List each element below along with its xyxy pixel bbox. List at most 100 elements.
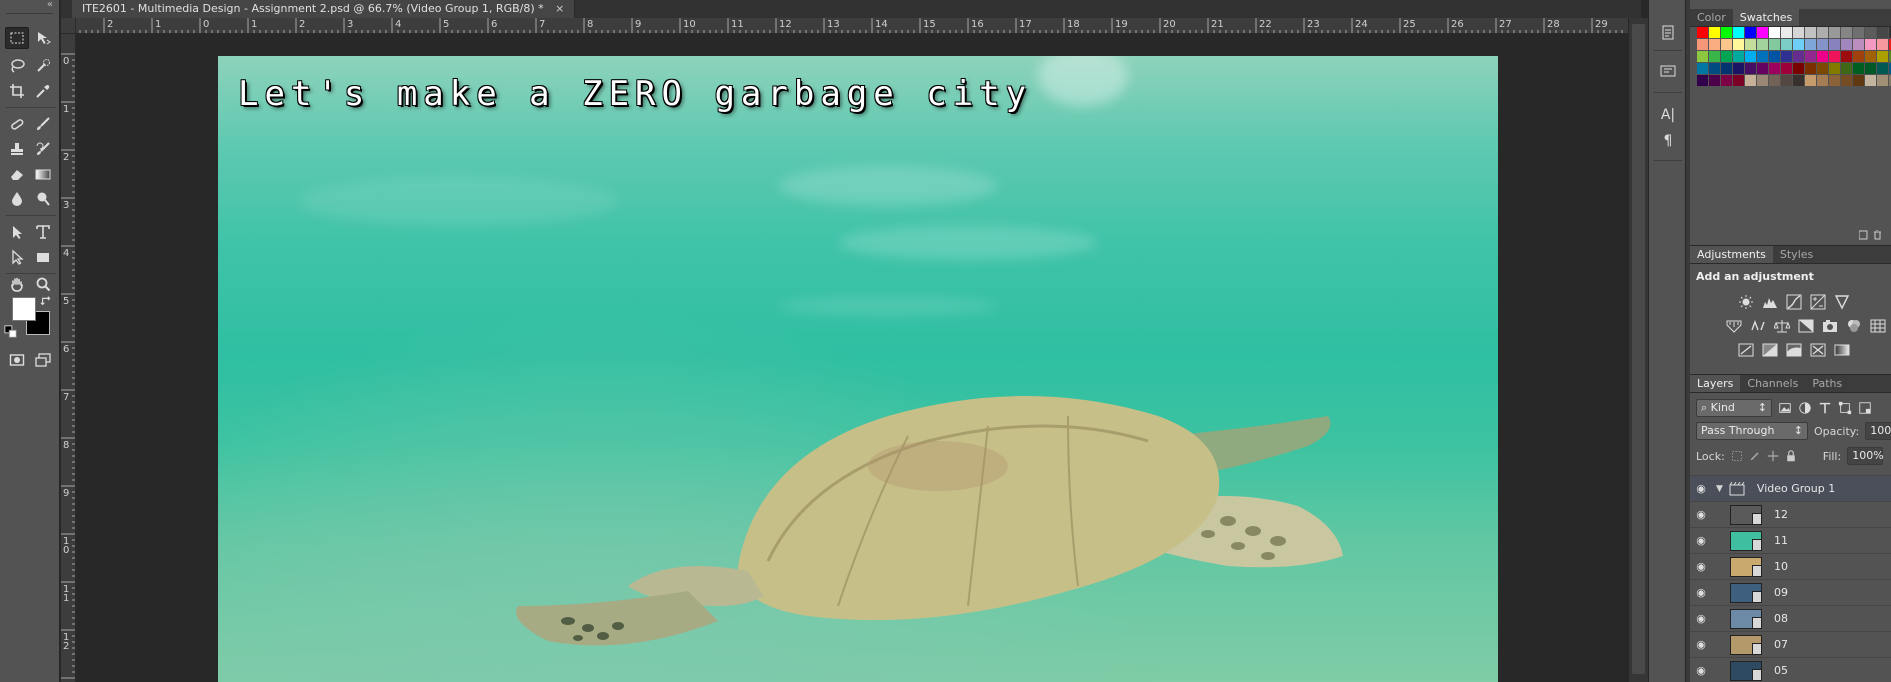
- color-swatch[interactable]: [1757, 39, 1768, 50]
- color-swatch[interactable]: [1865, 75, 1876, 86]
- vibrance-icon[interactable]: [1726, 318, 1742, 334]
- color-swatch[interactable]: [1745, 51, 1756, 62]
- color-swatch[interactable]: [1697, 27, 1708, 38]
- channel-mixer-icon[interactable]: [1846, 318, 1862, 334]
- paragraph-icon[interactable]: ¶: [1657, 130, 1679, 152]
- rectangle-tool-icon[interactable]: [31, 246, 55, 268]
- layer-thumbnail[interactable]: [1730, 556, 1762, 577]
- lock-transparent-icon[interactable]: [1731, 450, 1743, 462]
- color-swatch[interactable]: [1877, 51, 1888, 62]
- photo-filter-icon[interactable]: [1822, 318, 1838, 334]
- spot-healing-brush-icon[interactable]: [5, 113, 29, 135]
- threshold-icon[interactable]: [1786, 342, 1802, 358]
- color-lookup-icon[interactable]: [1870, 318, 1886, 334]
- layer-group-row[interactable]: ◉ ▼ Video Group 1: [1690, 475, 1891, 501]
- color-swatch[interactable]: [1829, 39, 1840, 50]
- tab-layers[interactable]: Layers: [1690, 375, 1741, 392]
- zoom-icon[interactable]: [31, 273, 55, 295]
- color-swatch[interactable]: [1769, 27, 1780, 38]
- gradient-triangle-icon[interactable]: [1834, 294, 1850, 310]
- move-tool-icon[interactable]: [31, 27, 55, 49]
- curves-icon[interactable]: [1786, 294, 1802, 310]
- color-swatch[interactable]: [1817, 27, 1828, 38]
- color-swatch[interactable]: [1733, 39, 1744, 50]
- layer-row[interactable]: ◉ 08: [1690, 605, 1891, 631]
- rectangular-marquee-icon[interactable]: [5, 27, 29, 49]
- quick-mask-icon[interactable]: [5, 349, 29, 371]
- close-tab-icon[interactable]: ×: [555, 2, 564, 15]
- color-swatch[interactable]: [1721, 51, 1732, 62]
- color-swatch[interactable]: [1721, 39, 1732, 50]
- color-swatch[interactable]: [1733, 51, 1744, 62]
- color-swatch[interactable]: [1745, 63, 1756, 74]
- path-selection-icon[interactable]: [5, 221, 29, 243]
- visibility-eye-icon[interactable]: ◉: [1690, 482, 1712, 495]
- color-swatch[interactable]: [1769, 39, 1780, 50]
- layer-row[interactable]: ◉ 11: [1690, 527, 1891, 553]
- foreground-color-swatch[interactable]: [12, 297, 36, 321]
- color-swatch[interactable]: [1757, 75, 1768, 86]
- visibility-eye-icon[interactable]: ◉: [1690, 560, 1712, 573]
- gradient-map-icon[interactable]: [1834, 342, 1850, 358]
- color-swatch[interactable]: [1865, 39, 1876, 50]
- color-swatch[interactable]: [1793, 51, 1804, 62]
- color-swatch[interactable]: [1817, 75, 1828, 86]
- default-colors-icon[interactable]: [4, 325, 18, 339]
- crop-icon[interactable]: [5, 80, 29, 102]
- color-swatch[interactable]: [1877, 39, 1888, 50]
- color-swatch[interactable]: [1865, 63, 1876, 74]
- color-swatch[interactable]: [1829, 27, 1840, 38]
- color-swatch[interactable]: [1733, 63, 1744, 74]
- color-swatch[interactable]: [1781, 27, 1792, 38]
- lock-image-icon[interactable]: [1749, 450, 1761, 462]
- color-swatch[interactable]: [1697, 39, 1708, 50]
- color-swatch[interactable]: [1865, 27, 1876, 38]
- quick-selection-icon[interactable]: [31, 55, 55, 77]
- color-swatch[interactable]: [1793, 27, 1804, 38]
- filter-smart-object-icon[interactable]: [1858, 401, 1872, 415]
- layer-thumbnail[interactable]: [1730, 530, 1762, 551]
- filter-pixel-icon[interactable]: [1778, 401, 1792, 415]
- hue-saturation-icon[interactable]: [1750, 318, 1766, 334]
- color-swatch[interactable]: [1817, 51, 1828, 62]
- screen-mode-icon[interactable]: [31, 349, 55, 371]
- blur-icon[interactable]: [5, 188, 29, 210]
- layer-row[interactable]: ◉ 09: [1690, 579, 1891, 605]
- color-swatch[interactable]: [1853, 51, 1864, 62]
- layer-thumbnail[interactable]: [1730, 634, 1762, 655]
- color-swatch[interactable]: [1877, 27, 1888, 38]
- color-swatch[interactable]: [1757, 51, 1768, 62]
- history-icon[interactable]: [1657, 22, 1679, 44]
- color-swatch[interactable]: [1697, 51, 1708, 62]
- color-swatch[interactable]: [1853, 63, 1864, 74]
- layer-row[interactable]: ◉ 10: [1690, 553, 1891, 579]
- color-swatch[interactable]: [1757, 63, 1768, 74]
- tab-color[interactable]: Color: [1690, 9, 1733, 26]
- tab-channels[interactable]: Channels: [1740, 375, 1805, 392]
- color-swatch[interactable]: [1769, 51, 1780, 62]
- clone-stamp-icon[interactable]: [5, 138, 29, 160]
- posterize-icon[interactable]: [1762, 342, 1778, 358]
- color-swatch[interactable]: [1841, 27, 1852, 38]
- toolbar-grip[interactable]: [6, 0, 53, 14]
- color-swatch[interactable]: [1793, 39, 1804, 50]
- scrollbar-thumb[interactable]: [1632, 24, 1645, 674]
- color-swatch[interactable]: [1781, 39, 1792, 50]
- layer-row[interactable]: ◉ 12: [1690, 501, 1891, 527]
- color-swatch[interactable]: [1781, 75, 1792, 86]
- direct-selection-icon[interactable]: [5, 246, 29, 268]
- hand-icon[interactable]: [5, 273, 29, 295]
- brightness-contrast-icon[interactable]: [1738, 294, 1754, 310]
- color-swatch[interactable]: [1697, 75, 1708, 86]
- color-swatch[interactable]: [1853, 39, 1864, 50]
- visibility-eye-icon[interactable]: ◉: [1690, 534, 1712, 547]
- visibility-eye-icon[interactable]: ◉: [1690, 664, 1712, 677]
- eraser-icon[interactable]: [5, 163, 29, 185]
- black-white-icon[interactable]: [1798, 318, 1814, 334]
- visibility-eye-icon[interactable]: ◉: [1690, 612, 1712, 625]
- color-swatch[interactable]: [1841, 51, 1852, 62]
- horizontal-ruler[interactable]: 2 1 0 1 2 3 4 5 6 7 8 9 10 11 12 13 14 15 16 17 18 19 20 21 22 23…: [76, 18, 1628, 34]
- document-tab[interactable]: ITE2601 - Multimedia Design - Assignment…: [72, 0, 576, 18]
- color-swatch[interactable]: [1877, 63, 1888, 74]
- layer-row[interactable]: ◉ 07: [1690, 631, 1891, 657]
